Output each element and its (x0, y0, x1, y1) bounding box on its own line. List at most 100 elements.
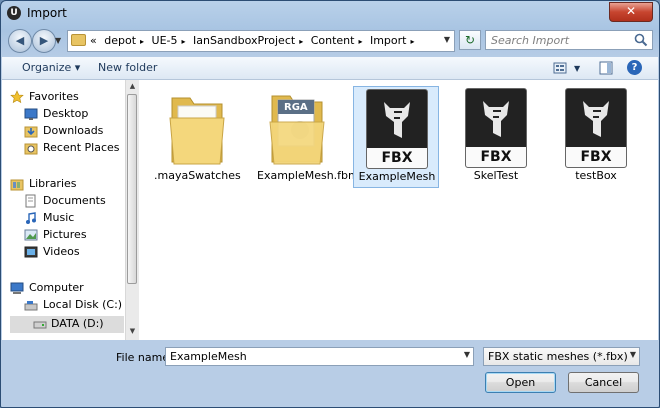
fbx-logo-icon (384, 102, 410, 138)
search-input[interactable]: Search Import (485, 30, 653, 50)
star-icon (10, 90, 24, 104)
file-name-field[interactable]: ExampleMesh ▼ (165, 347, 474, 366)
chevron-right-icon[interactable]: ▸ (410, 37, 414, 46)
preview-pane-icon[interactable] (598, 60, 614, 76)
back-button[interactable]: ◀ (8, 29, 32, 53)
help-icon[interactable]: ? (627, 60, 642, 75)
navigation-pane: Favorites Desktop Downloads Recent Place… (2, 80, 125, 340)
nav-scrollbar[interactable]: ▲ ▼ (125, 80, 139, 340)
nav-item-downloads[interactable]: Downloads (24, 123, 124, 140)
desktop-icon (24, 108, 38, 120)
file-item[interactable]: .mayaSwatches (154, 86, 241, 188)
view-options-dropdown[interactable]: ▼ (574, 64, 580, 73)
close-icon: ✕ (625, 4, 637, 18)
back-arrow-icon: ◀ (15, 34, 25, 47)
close-button[interactable]: ✕ (609, 2, 653, 22)
refresh-button[interactable]: ↻ (459, 30, 481, 50)
nav-item-label: Downloads (43, 124, 104, 137)
nav-item-local-disk-c[interactable]: Local Disk (C:) (24, 297, 124, 314)
nav-item-label: DATA (D:) (51, 317, 104, 330)
chevron-right-icon[interactable]: ▸ (299, 37, 303, 46)
breadcrumb-content[interactable]: Content (311, 34, 355, 47)
scroll-down-icon[interactable]: ▼ (128, 327, 137, 337)
nav-libraries[interactable]: Libraries (10, 176, 124, 193)
main-area: Favorites Desktop Downloads Recent Place… (2, 80, 658, 340)
search-placeholder: Search Import (491, 34, 570, 47)
fbx-badge: FBX (466, 147, 526, 167)
folder-with-image-icon (269, 95, 325, 165)
file-item[interactable]: FBX SkelTest (453, 86, 539, 188)
change-view-icon[interactable] (552, 60, 568, 76)
scroll-thumb[interactable] (127, 94, 137, 284)
search-icon[interactable] (634, 33, 648, 47)
nav-item-desktop[interactable]: Desktop (24, 106, 124, 123)
nav-item-pictures[interactable]: Pictures (24, 227, 124, 244)
fbx-file-icon: FBX (364, 89, 430, 169)
address-field[interactable]: « depot ▸ UE-5 ▸ IanSandboxProject ▸ Conten… (67, 30, 455, 52)
nav-item-label: Videos (43, 245, 80, 258)
file-item-selected[interactable]: FBX ExampleMesh (353, 86, 439, 188)
nav-item-label: Desktop (43, 107, 89, 120)
forward-arrow-icon: ▶ (39, 34, 49, 47)
nav-item-label: Pictures (43, 228, 87, 241)
file-badge: RGA (284, 102, 308, 113)
file-type-select[interactable]: FBX static meshes (*.fbx) ▼ (483, 347, 640, 366)
file-item[interactable]: FBX testBox (553, 86, 639, 188)
nav-favorites[interactable]: Favorites (10, 89, 124, 106)
drive-icon (24, 301, 38, 311)
new-folder-button[interactable]: New folder (98, 61, 157, 74)
breadcrumb-import[interactable]: Import (370, 34, 407, 47)
nav-item-recent-places[interactable]: Recent Places (24, 140, 124, 157)
recent-pages-dropdown[interactable]: ▼ (55, 36, 61, 45)
breadcrumb-iansandboxproject[interactable]: IanSandboxProject (193, 34, 295, 47)
fbx-logo-icon (483, 101, 509, 137)
chevron-right-icon[interactable]: ▸ (140, 37, 144, 46)
videos-icon (24, 246, 38, 258)
file-name-value[interactable]: ExampleMesh (170, 350, 247, 363)
import-dialog: U Import ✕ ◀ ▶ ▼ « depot ▸ UE-5 ▸ IanSandb… (0, 0, 660, 408)
address-dropdown[interactable]: ▼ (441, 30, 453, 50)
title-bar[interactable]: U Import ✕ (1, 1, 659, 25)
address-bar-row: ◀ ▶ ▼ « depot ▸ UE-5 ▸ IanSandboxProject ▸ … (1, 27, 659, 55)
breadcrumb-depot[interactable]: depot (104, 34, 136, 47)
scroll-up-icon[interactable]: ▲ (128, 82, 137, 92)
nav-item-label: Music (43, 211, 75, 224)
file-name: .mayaSwatches (154, 169, 241, 182)
chevron-right-icon[interactable]: ▸ (358, 37, 362, 46)
nav-item-label: Local Disk (C:) (43, 298, 123, 311)
breadcrumb-overflow[interactable]: « (90, 34, 97, 47)
fbx-file-icon: FBX (463, 88, 529, 168)
organize-menu[interactable]: Organize ▾ (22, 61, 80, 74)
open-button[interactable]: Open (485, 372, 556, 393)
dialog-footer: File name: ExampleMesh ▼ FBX static mesh… (2, 341, 658, 407)
chevron-down-icon[interactable]: ▼ (630, 350, 636, 359)
libraries-icon (10, 179, 24, 191)
documents-icon (25, 194, 36, 208)
computer-icon (10, 282, 24, 294)
file-list: .mayaSwatches RGA ExampleMesh.fbm FBX Ex… (140, 80, 658, 340)
nav-favorites-label: Favorites (29, 90, 79, 103)
cancel-button[interactable]: Cancel (568, 372, 639, 393)
drive-icon (33, 321, 47, 329)
nav-item-music[interactable]: Music (24, 210, 124, 227)
folder-icon (71, 34, 86, 46)
file-item[interactable]: RGA ExampleMesh.fbm (254, 86, 359, 188)
chevron-right-icon[interactable]: ▸ (182, 37, 186, 46)
breadcrumb: « depot ▸ UE-5 ▸ IanSandboxProject ▸ Conten… (90, 34, 419, 47)
recent-places-icon (24, 143, 38, 155)
file-type-value: FBX static meshes (*.fbx) (488, 350, 628, 363)
chevron-down-icon[interactable]: ▼ (464, 350, 470, 359)
nav-item-documents[interactable]: Documents (24, 193, 124, 210)
forward-button[interactable]: ▶ (32, 29, 56, 53)
nav-item-data-d[interactable]: DATA (D:) (10, 316, 124, 333)
file-name: testBox (575, 169, 617, 182)
window-title: Import (27, 6, 67, 20)
nav-computer[interactable]: Computer (10, 280, 124, 297)
nav-item-videos[interactable]: Videos (24, 244, 124, 261)
command-bar: Organize ▾ New folder ▼ ? (2, 57, 658, 80)
nav-item-label: Documents (43, 194, 106, 207)
nav-item-label: Recent Places (43, 141, 120, 154)
fbx-badge: FBX (367, 148, 427, 168)
breadcrumb-ue5[interactable]: UE-5 (152, 34, 178, 47)
folder-icon (169, 97, 225, 165)
